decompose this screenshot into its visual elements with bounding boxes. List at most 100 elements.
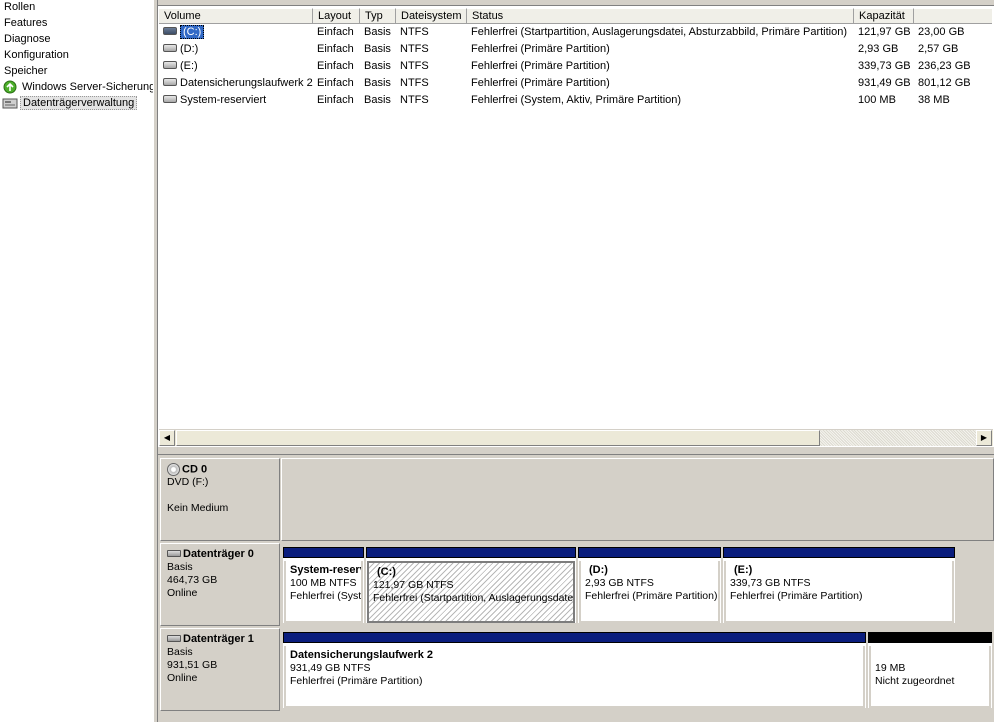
partition-size: 931,49 GB NTFS <box>290 662 371 674</box>
table-row[interactable]: Datensicherungslaufwerk 2 Einfach Basis … <box>159 75 992 92</box>
chevron-right-icon: ▶ <box>980 433 988 442</box>
disk-graphical-view: CD 0 DVD (F:) Kein Medium Datenträger 0 … <box>158 455 994 722</box>
cell-frei: 236,23 GB <box>918 60 971 72</box>
cell-layout: Einfach <box>317 94 354 106</box>
disk-area-datentraeger0: System-reserviert 100 MB NTFS Fehlerfrei… <box>281 543 957 626</box>
disk-type: Basis <box>167 561 193 573</box>
disk-size: 464,73 GB <box>167 574 218 586</box>
hard-disk-icon <box>167 549 181 557</box>
table-row[interactable]: (D:) Einfach Basis NTFS Fehlerfrei (Prim… <box>159 41 992 58</box>
disk-label-datentraeger0[interactable]: Datenträger 0 Basis 464,73 GB Online <box>160 543 280 626</box>
column-status[interactable]: Status <box>467 8 854 24</box>
disk-title: Datenträger 1 <box>183 633 254 645</box>
disk-type: Basis <box>167 646 193 658</box>
cell-layout: Einfach <box>317 43 354 55</box>
cell-kapazitaet: 121,97 GB <box>858 26 911 38</box>
table-row[interactable]: (E:) Einfach Basis NTFS Fehlerfrei (Prim… <box>159 58 992 75</box>
column-kapazitaet[interactable]: Kapazität <box>854 8 914 24</box>
cell-frei: 801,12 GB <box>918 77 971 89</box>
cell-typ: Basis <box>364 94 391 106</box>
volume-name: (D:) <box>180 43 199 55</box>
disk-type: DVD (F:) <box>167 476 209 489</box>
partition-bar <box>578 547 721 558</box>
scroll-thumb[interactable] <box>176 430 820 446</box>
cell-kapazitaet: 931,49 GB <box>858 77 911 89</box>
partition-system-reserviert[interactable]: System-reserviert 100 MB NTFS Fehlerfrei… <box>283 547 364 623</box>
cell-volume: (C:) <box>159 24 313 41</box>
drive-icon <box>163 95 177 104</box>
tree-item-speicher[interactable]: Speicher <box>2 63 49 79</box>
volume-name: (E:) <box>180 60 198 72</box>
volume-name: System-reserviert <box>180 94 267 106</box>
partition-status: Fehlerfrei (System, Aktiv, Primäre Parti… <box>290 590 362 602</box>
tree-item-rollen[interactable]: Rollen <box>2 0 37 15</box>
scroll-left-button[interactable]: ◀ <box>159 430 175 446</box>
tree-item-label: Diagnose <box>4 33 51 45</box>
cell-typ: Basis <box>364 77 391 89</box>
partition-name <box>875 649 985 662</box>
partition-name: (D:) <box>589 564 608 576</box>
cell-kapazitaet: 2,93 GB <box>858 43 899 55</box>
column-layout[interactable]: Layout <box>313 8 360 24</box>
pane-splitter-horizontal[interactable] <box>158 446 994 455</box>
cell-typ: Basis <box>364 26 391 38</box>
backup-icon <box>2 80 18 94</box>
partition-status: Fehlerfrei (Primäre Partition) <box>730 590 863 602</box>
cell-dateisystem: NTFS <box>400 60 429 72</box>
cell-dateisystem: NTFS <box>400 77 429 89</box>
table-row[interactable]: System-reserviert Einfach Basis NTFS Feh… <box>159 92 992 109</box>
disk-status: Online <box>167 587 198 599</box>
cell-frei: 38 MB <box>918 94 950 106</box>
cell-layout: Einfach <box>317 77 354 89</box>
cell-dateisystem: NTFS <box>400 43 429 55</box>
tree-item-windows-server-sicherung[interactable]: Windows Server-Sicherung <box>2 79 157 95</box>
tree-item-label: Datenträgerverwaltung <box>20 96 138 110</box>
tree-item-diagnose[interactable]: Diagnose <box>2 31 52 47</box>
disk-label-datentraeger1[interactable]: Datenträger 1 Basis 931,51 GB Online <box>160 628 280 711</box>
partition-size: 339,73 GB NTFS <box>730 577 811 589</box>
partition-unallocated[interactable]: 19 MB Nicht zugeordnet <box>868 632 992 708</box>
tree-item-features[interactable]: Features <box>2 15 49 31</box>
cell-layout: Einfach <box>317 26 354 38</box>
horizontal-scrollbar[interactable]: ◀ ▶ <box>159 429 993 446</box>
table-row[interactable]: (C:) Einfach Basis NTFS Fehlerfrei (Star… <box>159 24 992 41</box>
cell-status: Fehlerfrei (Primäre Partition) <box>471 60 610 72</box>
cell-status: Fehlerfrei (Startpartition, Auslagerungs… <box>471 26 848 38</box>
volume-name: (C:) <box>180 25 205 39</box>
hard-disk-icon <box>167 634 181 642</box>
partition-status: Fehlerfrei (Startpartition, Auslagerungs… <box>373 592 575 604</box>
cell-volume: Datensicherungslaufwerk 2 <box>159 75 313 92</box>
tree-item-label: Konfiguration <box>4 49 69 61</box>
column-dateisystem[interactable]: Dateisystem <box>396 8 467 24</box>
column-freier-speicher[interactable] <box>914 8 992 24</box>
partition-c[interactable]: (C:) 121,97 GB NTFS Fehlerfrei (Startpar… <box>366 547 576 623</box>
column-typ[interactable]: Typ <box>360 8 396 24</box>
tree-item-datentraegerverwaltung[interactable]: Datenträgerverwaltung <box>2 95 138 111</box>
scroll-track[interactable] <box>820 430 976 446</box>
main-pane: Volume Layout Typ Dateisystem Status Kap… <box>158 0 994 722</box>
disk-management-icon <box>2 96 18 110</box>
column-volume[interactable]: Volume <box>159 8 313 24</box>
tree-item-konfiguration[interactable]: Konfiguration <box>2 47 71 63</box>
drive-icon <box>163 27 177 36</box>
cell-volume: System-reserviert <box>159 92 313 109</box>
partition-e[interactable]: (E:) 339,73 GB NTFS Fehlerfrei (Primäre … <box>723 547 955 623</box>
disk-status: Kein Medium <box>167 502 229 515</box>
partition-d[interactable]: (D:) 2,93 GB NTFS Fehlerfrei (Primäre Pa… <box>578 547 721 623</box>
disk-area-datentraeger1: Datensicherungslaufwerk 2 931,49 GB NTFS… <box>281 628 994 711</box>
disk-label-cd0[interactable]: CD 0 DVD (F:) Kein Medium <box>160 458 280 541</box>
cell-status: Fehlerfrei (Primäre Partition) <box>471 77 610 89</box>
cell-volume: (E:) <box>159 58 313 75</box>
disk-title: CD 0 <box>182 463 208 476</box>
disk-area-cd0[interactable] <box>281 458 994 541</box>
partition-name: Datensicherungslaufwerk 2 <box>290 649 434 661</box>
disk-title: Datenträger 0 <box>183 548 254 560</box>
chevron-left-icon: ◀ <box>163 433 171 442</box>
cell-layout: Einfach <box>317 60 354 72</box>
tree-item-label: Rollen <box>4 1 36 13</box>
tree-item-label: Windows Server-Sicherung <box>22 81 156 93</box>
scroll-right-button[interactable]: ▶ <box>976 430 992 446</box>
volume-list-header: Volume Layout Typ Dateisystem Status Kap… <box>159 8 992 24</box>
partition-datensicherungslaufwerk-2[interactable]: Datensicherungslaufwerk 2 931,49 GB NTFS… <box>283 632 866 708</box>
cell-frei: 23,00 GB <box>918 26 965 38</box>
